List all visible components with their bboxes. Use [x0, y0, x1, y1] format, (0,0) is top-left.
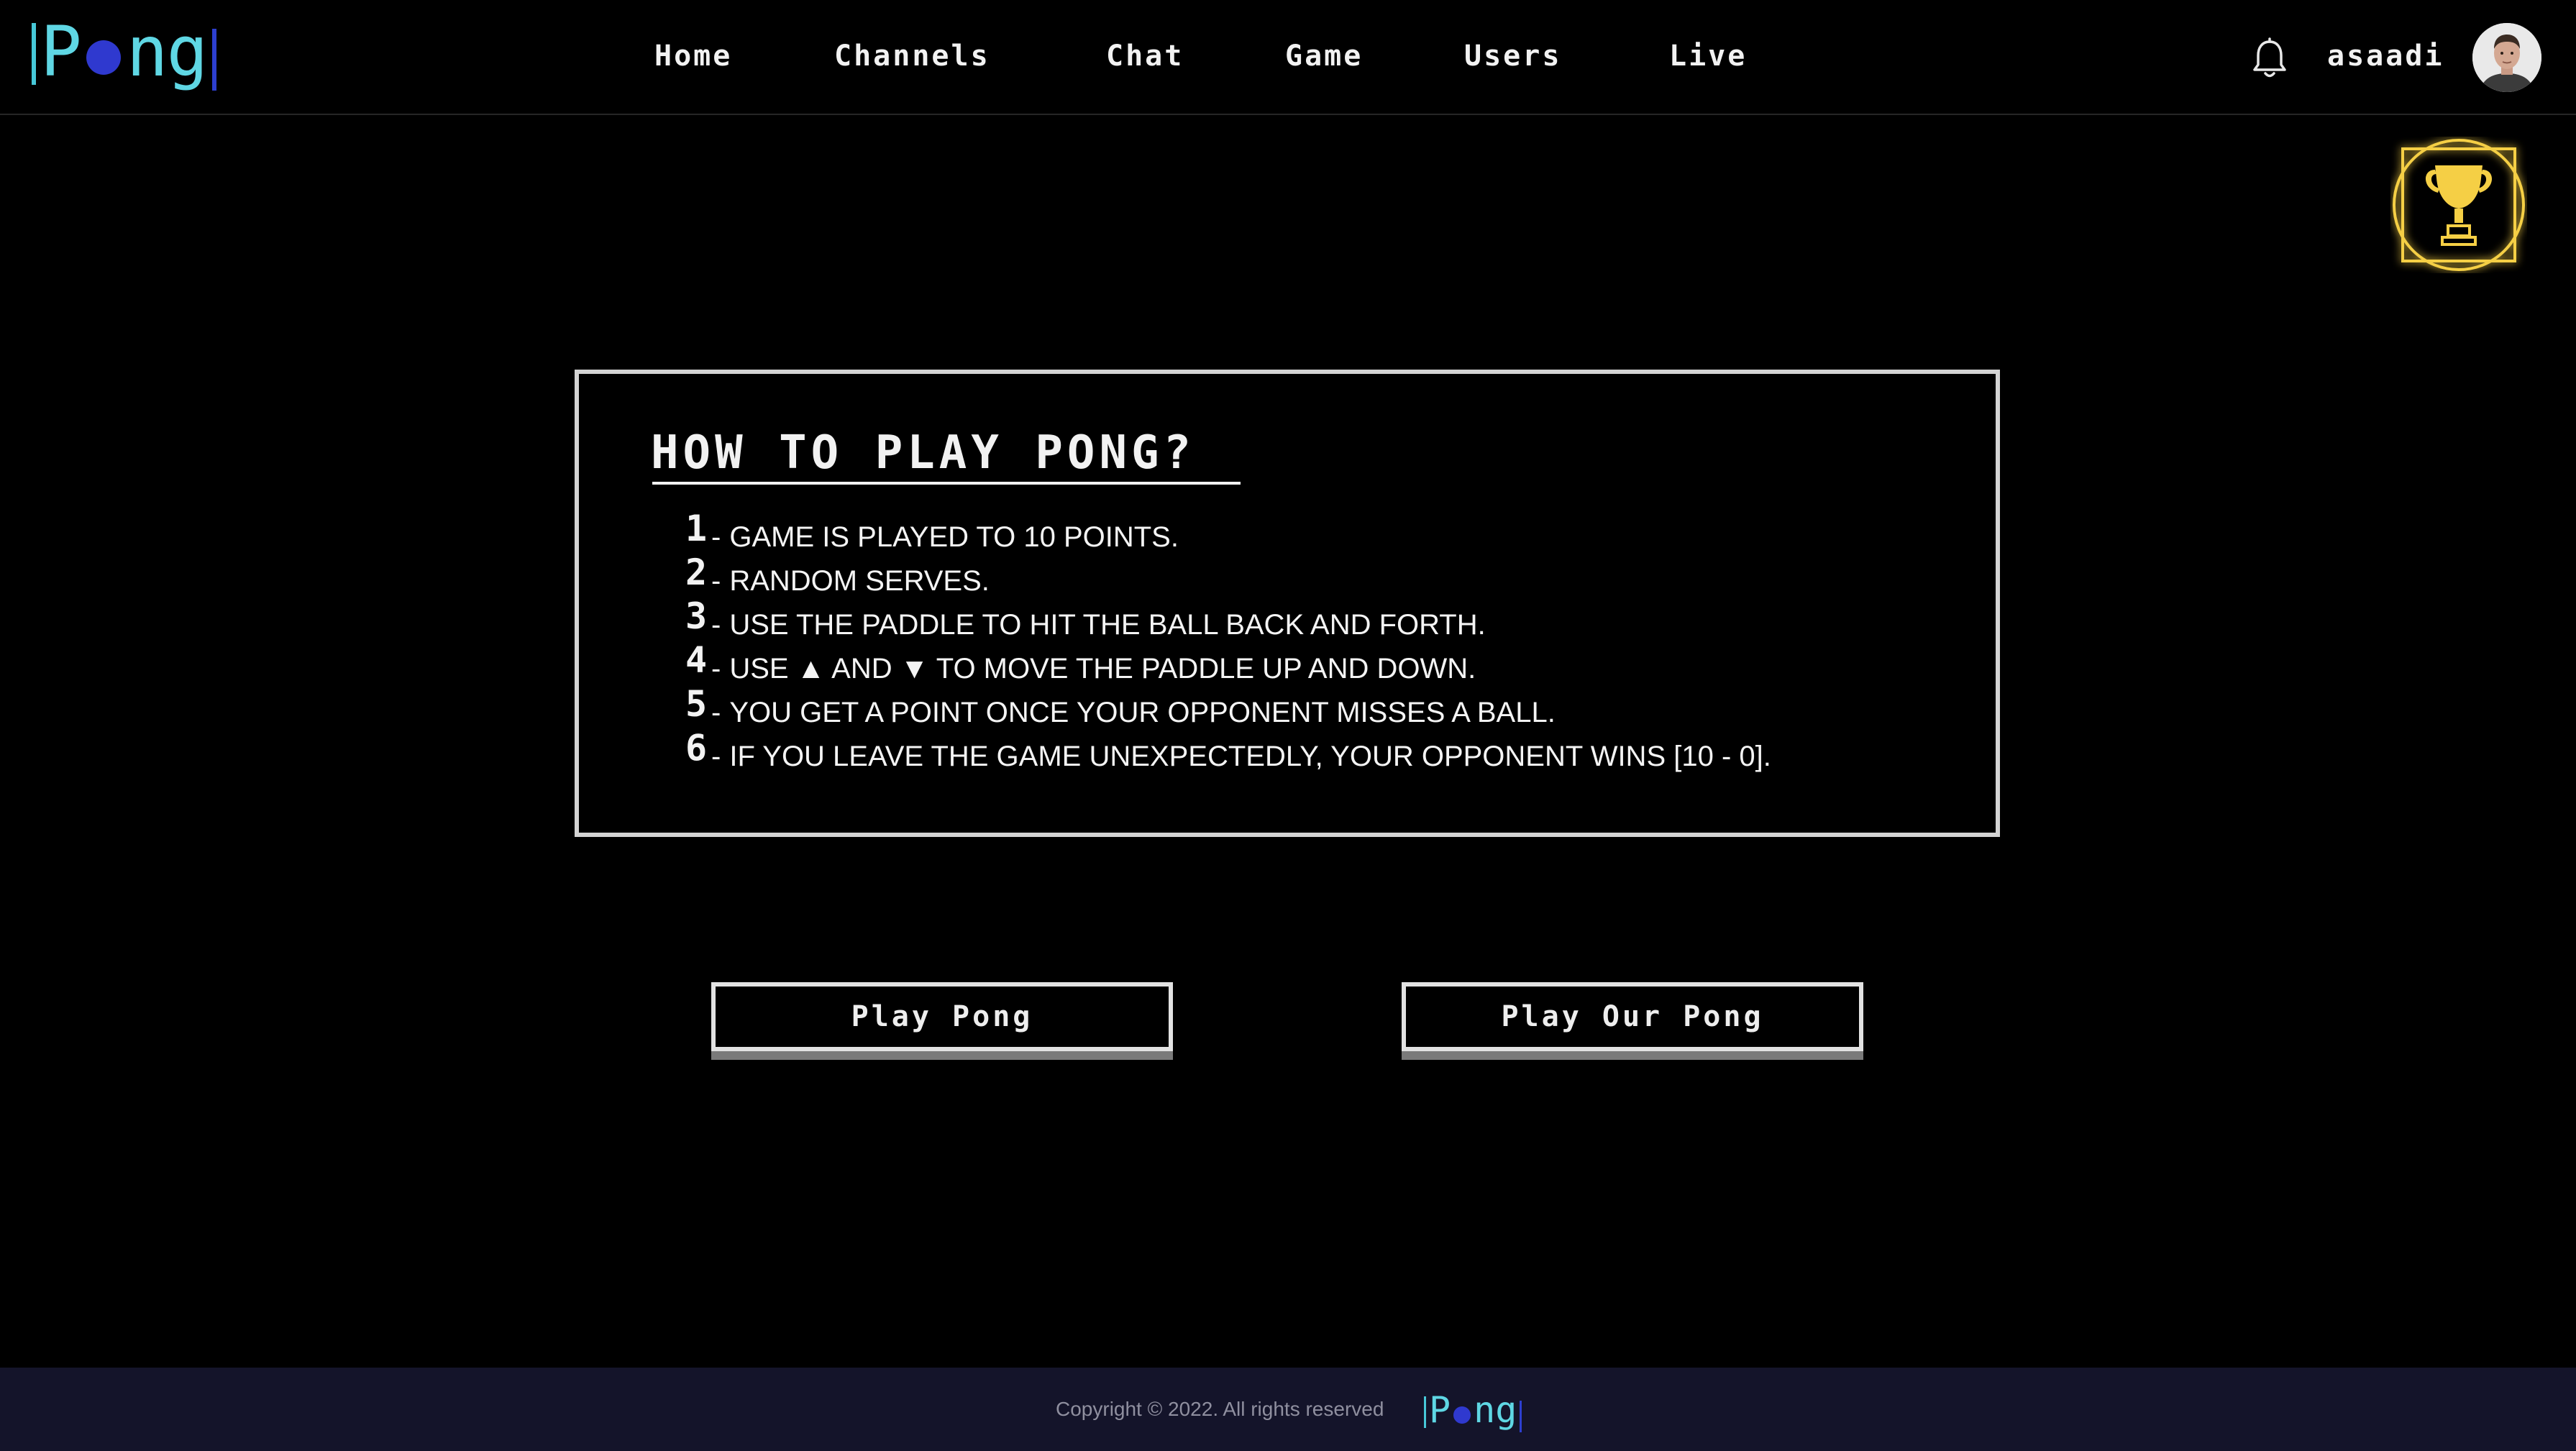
rule-text: IF YOU LEAVE THE GAME UNEXPECTEDLY, YOUR…: [729, 741, 1771, 772]
footer-pong-logo[interactable]: P ng: [1424, 1388, 1522, 1432]
rule-dash: -: [711, 741, 721, 772]
rule-dash: -: [711, 609, 721, 641]
rule-dash: -: [711, 565, 721, 597]
rules-list: 1- GAME IS PLAYED TO 10 POINTS. 2- RANDOM …: [685, 508, 1771, 777]
play-pong-label: Play Pong: [711, 982, 1173, 1051]
logo-letter-p: P: [1429, 1389, 1451, 1431]
copyright-text: Copyright © 2022. All rights reserved: [1056, 1398, 1384, 1420]
rule-item: 6- IF YOU LEAVE THE GAME UNEXPECTEDLY, YO…: [685, 727, 1771, 777]
rule-text: USE ▲ AND ▼ TO MOVE THE PADDLE UP AND DO…: [729, 653, 1476, 685]
rule-item: 4- USE ▲ AND ▼ TO MOVE THE PADDLE UP AND …: [685, 639, 1771, 689]
rule-dash: -: [711, 521, 721, 553]
rule-item: 5- YOU GET A POINT ONCE YOUR OPPONENT MIS…: [685, 683, 1771, 733]
how-to-play-panel: HOW TO PLAY PONG? 1- GAME IS PLAYED TO 10…: [575, 370, 2000, 837]
button-shadow: [711, 1050, 1173, 1060]
footer: Copyright © 2022. All rights reserved P …: [0, 1368, 2576, 1451]
rule-number: 4: [685, 639, 708, 681]
rule-text: RANDOM SERVES.: [729, 565, 990, 597]
rule-number: 1: [685, 508, 708, 549]
title-underline: [652, 482, 1241, 485]
rule-number: 6: [685, 727, 708, 769]
play-pong-button[interactable]: Play Pong: [711, 982, 1173, 1063]
nav-home[interactable]: Home: [654, 35, 732, 78]
play-our-pong-label: Play Our Pong: [1402, 982, 1863, 1051]
logo-left-bar: [1424, 1396, 1426, 1428]
logo-letters-ng: ng: [1474, 1389, 1517, 1431]
rule-item: 3- USE THE PADDLE TO HIT THE BALL BACK AN…: [685, 595, 1771, 645]
rule-dash: -: [711, 697, 721, 728]
user-avatar[interactable]: [2472, 23, 2541, 92]
logo-ball-icon: [1453, 1406, 1471, 1424]
trophy-icon[interactable]: [2390, 137, 2527, 273]
rule-item: 1- GAME IS PLAYED TO 10 POINTS.: [685, 508, 1771, 557]
nav-game[interactable]: Game: [1285, 35, 1363, 78]
username[interactable]: asaadi: [2327, 35, 2444, 78]
rule-number: 2: [685, 551, 708, 593]
rule-number: 5: [685, 683, 708, 725]
rules-title: HOW TO PLAY PONG?: [651, 426, 1196, 480]
button-shadow: [1402, 1050, 1863, 1060]
rule-number: 3: [685, 595, 708, 637]
rule-text: YOU GET A POINT ONCE YOUR OPPONENT MISSE…: [729, 697, 1556, 728]
rule-text: USE THE PADDLE TO HIT THE BALL BACK AND …: [729, 609, 1486, 641]
rule-text: GAME IS PLAYED TO 10 POINTS.: [729, 521, 1179, 553]
nav-live[interactable]: Live: [1669, 35, 1747, 78]
nav-users[interactable]: Users: [1464, 35, 1561, 78]
top-navbar: P ng Home Channels Chat Game Users Live …: [0, 0, 2576, 115]
rule-dash: -: [711, 653, 721, 685]
nav-channels[interactable]: Channels: [834, 35, 990, 78]
main-nav: Home Channels Chat Game Users Live: [0, 35, 2576, 78]
logo-right-bar: [1520, 1401, 1522, 1432]
play-our-pong-button[interactable]: Play Our Pong: [1402, 982, 1863, 1063]
rule-item: 2- RANDOM SERVES.: [685, 551, 1771, 601]
nav-chat[interactable]: Chat: [1106, 35, 1184, 78]
bell-icon[interactable]: [2251, 37, 2288, 81]
